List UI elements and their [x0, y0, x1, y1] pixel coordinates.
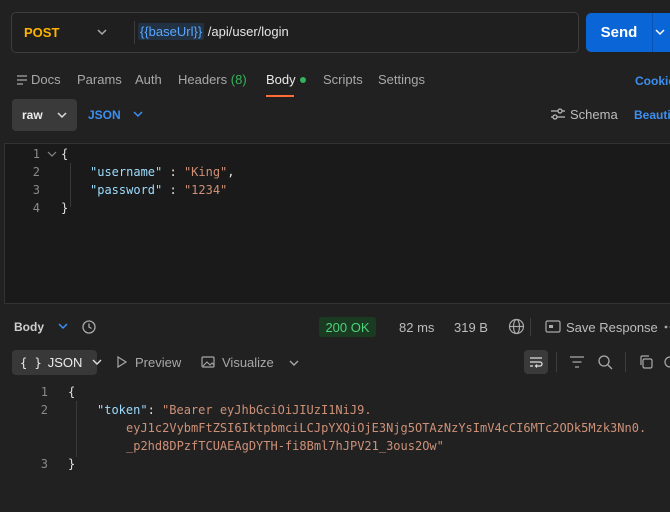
image-icon [201, 356, 215, 368]
url-input[interactable]: {{baseUrl}} /api/user/login [138, 23, 289, 40]
line-number: 3 [40, 457, 48, 471]
preview-button[interactable]: Preview [116, 355, 181, 370]
json-separator: : [147, 403, 163, 417]
url-path: /api/user/login [204, 24, 289, 39]
filter-icon[interactable] [569, 355, 585, 369]
code-line: "username" : "King", [90, 165, 235, 179]
line-number: 2 [32, 165, 40, 179]
send-button[interactable]: Send [586, 13, 652, 52]
url-bar: POST {{baseUrl}} /api/user/login [11, 12, 579, 53]
line-number: 3 [32, 183, 40, 197]
indent-guide [76, 401, 77, 457]
beautify-button[interactable]: Beautify [634, 108, 670, 122]
headers-count-badge: (8) [230, 72, 247, 87]
tab-body[interactable]: Body [266, 72, 306, 87]
code-line: "password" : "1234" [90, 183, 227, 197]
line-number: 1 [32, 147, 40, 161]
tab-docs-label: Docs [31, 72, 61, 87]
active-tab-underline [266, 95, 294, 97]
chevron-down-icon [133, 111, 143, 118]
json-key: "username" [90, 165, 163, 179]
json-separator: : [162, 183, 184, 197]
response-section-label: Body [14, 320, 44, 334]
sliders-icon [551, 108, 565, 120]
tab-scripts[interactable]: Scripts [323, 72, 363, 87]
response-format-label-group: { } JSON [20, 355, 102, 370]
chevron-down-icon [655, 29, 665, 36]
send-options-button[interactable] [653, 13, 670, 52]
save-response-label: Save Response [566, 320, 658, 335]
json-separator: : [162, 165, 184, 179]
more-icon[interactable] [664, 322, 670, 332]
chevron-down-icon[interactable] [289, 359, 299, 367]
code-line-wrapped: eyJ1c2VybmFtZSI6IktpbmciLCJpYXQiOjE3Njg5… [126, 421, 647, 435]
globe-icon[interactable] [508, 318, 525, 335]
json-value: "King" [183, 165, 228, 179]
wrap-icon [530, 357, 543, 368]
code-line: } [68, 457, 76, 471]
json-comma: , [227, 165, 235, 179]
code-line-wrapped: _p2hd8DPzfTCUAEAgDYTH-fi8Bml7hJPV21_3ous… [126, 439, 444, 453]
json-value: "1234" [183, 183, 228, 197]
body-mode-select[interactable]: raw [12, 99, 77, 131]
divider [530, 318, 531, 336]
chevron-down-icon [92, 359, 102, 365]
response-section-select[interactable]: Body [14, 320, 69, 334]
history-icon[interactable] [81, 319, 97, 335]
json-value: "Bearer eyJhbGciOiJIUzI1NiJ9. [162, 403, 372, 417]
body-language-label: JSON [88, 108, 121, 122]
wrap-lines-button[interactable] [524, 350, 548, 374]
indent-guide [70, 163, 71, 207]
tab-body-label: Body [266, 72, 296, 87]
tab-headers[interactable]: Headers (8) [178, 72, 247, 87]
code-line: { [61, 147, 69, 161]
divider [556, 352, 557, 372]
code-line: } [61, 201, 69, 215]
body-language-select[interactable]: JSON [88, 108, 144, 122]
copy-icon[interactable] [638, 354, 654, 370]
tab-headers-label: Headers [178, 72, 228, 87]
visualize-button[interactable]: Visualize [201, 355, 274, 370]
line-number: 1 [40, 385, 48, 399]
chevron-down-icon [97, 29, 107, 36]
divider [134, 21, 135, 44]
status-badge[interactable]: 200 OK [319, 317, 376, 337]
preview-label: Preview [135, 355, 182, 370]
response-time[interactable]: 82 ms [399, 320, 434, 335]
tab-auth[interactable]: Auth [135, 72, 162, 87]
chevron-down-icon [57, 112, 67, 119]
cookies-link[interactable]: Cookies [635, 74, 670, 88]
save-icon [545, 320, 561, 333]
code-line: "token": "Bearer eyJhbGciOiJIUzI1NiJ9. [97, 403, 372, 417]
method-select[interactable]: POST [12, 13, 122, 52]
code-line: { [68, 385, 76, 399]
visualize-label: Visualize [222, 355, 274, 370]
schema-button[interactable]: Schema [550, 107, 618, 122]
fold-chevron-icon[interactable] [47, 150, 57, 158]
play-icon [117, 355, 128, 369]
link-icon[interactable] [664, 354, 670, 370]
docs-icon [17, 75, 27, 85]
search-icon[interactable] [597, 354, 613, 370]
braces-icon: { } [20, 356, 42, 370]
url-variable[interactable]: {{baseUrl}} [138, 23, 205, 40]
json-key: "password" [90, 183, 163, 197]
tab-params[interactable]: Params [77, 72, 122, 87]
method-label: POST [24, 25, 60, 40]
line-number: 2 [40, 403, 48, 417]
chevron-down-icon [58, 323, 68, 330]
response-size[interactable]: 319 B [454, 320, 488, 335]
divider [625, 352, 626, 372]
save-response-button[interactable]: Save Response [545, 320, 658, 335]
tab-settings[interactable]: Settings [378, 72, 425, 87]
tab-docs[interactable]: Docs [16, 72, 61, 87]
body-indicator-dot [299, 76, 306, 83]
response-format-label: JSON [47, 355, 83, 370]
line-number: 4 [32, 201, 40, 215]
body-mode-label: raw [22, 108, 43, 122]
schema-label: Schema [570, 107, 618, 122]
json-key: "token" [97, 403, 148, 417]
